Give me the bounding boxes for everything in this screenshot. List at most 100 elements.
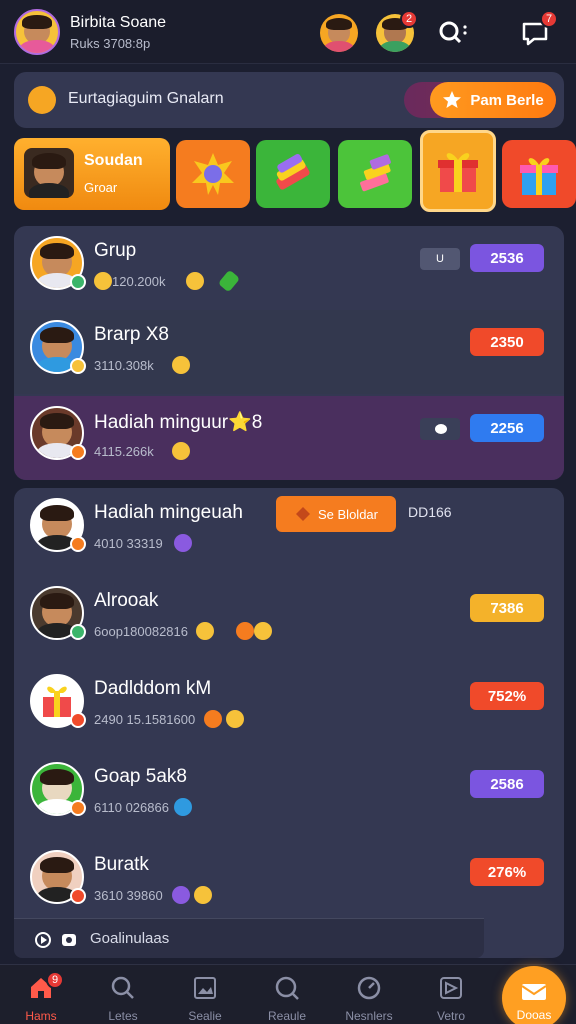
rainbow-gift-icon — [276, 154, 310, 190]
score-pill: 2256 — [470, 414, 544, 442]
emoji-icon — [194, 886, 212, 904]
nav-home[interactable]: 9 Hams — [0, 965, 82, 1024]
search-icon — [111, 976, 134, 999]
emoji-icon — [196, 622, 214, 640]
friend-badge: 2 — [400, 10, 418, 28]
row-subtitle: 3610 39860 — [94, 888, 163, 903]
nav-label: Reaule — [267, 1009, 307, 1023]
see-more-button[interactable]: Se Bloldar — [276, 496, 396, 532]
score-pill: 752% — [470, 682, 544, 710]
emoji-icon — [236, 622, 254, 640]
row-subtitle: 2490 15.1581600 — [94, 712, 196, 727]
leaf-icon — [217, 269, 241, 293]
row-name: Goap 5ak8 — [94, 766, 187, 787]
gift-sun[interactable] — [176, 140, 250, 208]
nav-gallery[interactable]: Sealie — [164, 965, 246, 1024]
status-dot — [70, 274, 86, 290]
nav-fab-button[interactable]: Dooas — [502, 966, 566, 1024]
row-name: Alrooak — [94, 590, 159, 611]
emoji-icon — [174, 534, 192, 552]
star-icon — [443, 91, 462, 108]
gift-featured-subtitle: Groar — [84, 180, 118, 195]
banner-button-label: Pam Berle — [470, 91, 544, 109]
gift-box-icon — [438, 153, 478, 192]
gift-rainbow[interactable] — [256, 140, 330, 208]
nav-stats[interactable]: Nesnlers — [328, 965, 410, 1024]
mail-icon — [521, 984, 547, 1000]
nav-search[interactable]: Letes — [82, 965, 164, 1024]
ranking-list-bottom: Hadiah mingeuah 4010 33319 Se Bloldar DD… — [14, 488, 564, 958]
row-tag: U — [420, 248, 460, 270]
status-dot — [70, 536, 86, 552]
row-subtitle: 4010 33319 — [94, 536, 163, 551]
nav-explore[interactable]: Reaule — [246, 965, 328, 1024]
user-subtitle: Ruks 3708:8p — [70, 36, 151, 51]
search-icon — [439, 21, 467, 44]
gift-present-selected[interactable] — [420, 130, 496, 212]
emoji-icon — [172, 886, 190, 904]
list-item[interactable]: Buratk 3610 39860 276% — [14, 840, 564, 924]
status-dot — [70, 800, 86, 816]
gift-row: Soudan Groar — [14, 130, 576, 212]
gift-featured[interactable]: Soudan Groar — [14, 138, 170, 210]
list-item[interactable]: Brarp X8 3110.308k 2350 — [14, 310, 564, 394]
camera-icon — [62, 934, 76, 946]
row-name: Dadlddom kM — [94, 678, 212, 699]
nav-label: Hams — [25, 1009, 57, 1023]
bird-icon — [174, 798, 192, 816]
friend-avatar[interactable] — [320, 14, 358, 52]
score-pill: 276% — [470, 858, 544, 886]
score-pill: 2536 — [470, 244, 544, 272]
status-dot — [70, 444, 86, 460]
score-pill: 7386 — [470, 594, 544, 622]
score-pill: 2586 — [470, 770, 544, 798]
nav-home-badge: 9 — [46, 971, 64, 989]
sun-icon — [192, 153, 234, 195]
banner-text: Eurtagiaguim Gnalarn — [68, 90, 224, 107]
row-subtitle: 120.200k — [112, 274, 166, 289]
magnifier-icon — [275, 976, 299, 1000]
row-subtitle: 6110 026866 — [94, 800, 169, 815]
list-item[interactable]: Dadlddom kM 2490 15.1581600 752% — [14, 664, 564, 748]
status-dot — [70, 358, 86, 374]
list-item[interactable]: Alrooak 6oop180082816 7386 — [14, 576, 564, 660]
list-item-highlighted[interactable]: Hadiah minguur⭐️8 4115.266k 2256 — [14, 396, 564, 480]
row-subtitle: 3110.308k — [94, 358, 154, 373]
row-tag-icon — [420, 418, 460, 440]
user-name: Birbita Soane — [70, 14, 167, 31]
emoji-icon — [186, 272, 204, 290]
user-avatar[interactable] — [14, 9, 60, 55]
play-icon — [35, 932, 51, 948]
star-icon — [94, 272, 112, 290]
nav-label: Sealie — [188, 1009, 222, 1023]
chat-bubble-icon — [435, 424, 447, 434]
banner-button[interactable]: Pam Berle — [430, 82, 556, 118]
footer-status-bar[interactable]: Goalinulaas — [14, 918, 484, 958]
blocks-gift-icon — [360, 154, 391, 192]
nav-send[interactable]: Vetro — [410, 965, 492, 1024]
list-item[interactable]: Grup 120.200k U 2536 — [14, 226, 564, 310]
top-bar: Birbita Soane Ruks 3708:8p 2 7 — [0, 0, 576, 64]
ranking-list-top: Grup 120.200k U 2536 Brarp X8 3110.308k … — [14, 226, 564, 480]
bottom-nav: 9 Hams Letes Sealie Reaule Nesnlers Vetr… — [0, 964, 576, 1024]
gift-featured-title: Soudan — [84, 152, 143, 169]
image-icon — [194, 977, 216, 999]
nav-label: Nesnlers — [345, 1009, 393, 1023]
row-name: Brarp X8 — [94, 324, 169, 345]
row-name: Hadiah minguur⭐️8 — [94, 412, 263, 433]
emoji-icon — [204, 710, 222, 728]
search-button[interactable] — [436, 16, 470, 50]
send-icon — [440, 977, 462, 999]
footer-text: Goalinulaas — [90, 930, 170, 947]
gift-present-2[interactable] — [502, 140, 576, 208]
list-item[interactable]: Hadiah mingeuah 4010 33319 Se Bloldar DD… — [14, 488, 564, 572]
gauge-icon — [357, 976, 381, 1000]
emoji-icon — [172, 442, 190, 460]
chat-badge: 7 — [540, 10, 558, 28]
gift-blocks[interactable] — [338, 140, 412, 208]
emoji-icon — [254, 622, 272, 640]
see-more-label: Se Bloldar — [318, 506, 378, 522]
row-subtitle: 6oop180082816 — [94, 624, 188, 639]
list-item[interactable]: Goap 5ak8 6110 026866 2586 — [14, 752, 564, 836]
nav-label: Dooas — [516, 1008, 552, 1022]
